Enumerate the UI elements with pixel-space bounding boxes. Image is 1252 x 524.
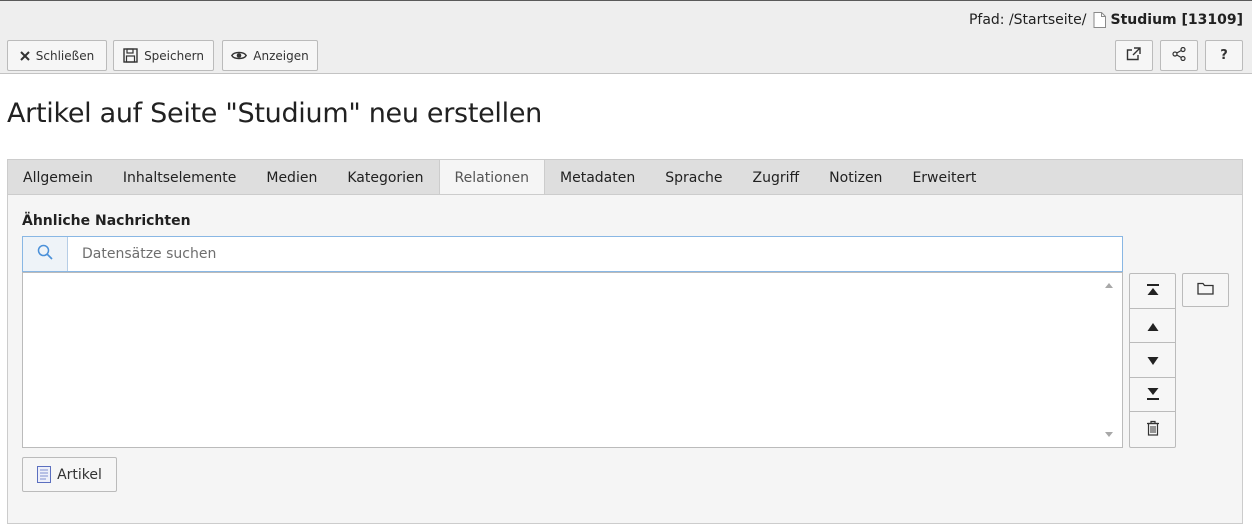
tab-metadaten[interactable]: Metadaten xyxy=(545,160,650,195)
record-search xyxy=(22,236,1123,272)
share-icon xyxy=(1172,46,1186,64)
move-bottom-icon xyxy=(1146,385,1160,404)
close-label: Schließen xyxy=(35,48,95,63)
close-button[interactable]: Schließen xyxy=(7,40,107,71)
external-link-icon xyxy=(1126,47,1142,64)
tab-relationen[interactable]: Relationen xyxy=(438,159,546,196)
tab-erweitert[interactable]: Erweitert xyxy=(897,160,991,195)
add-article-label: Artikel xyxy=(57,466,102,483)
breadcrumb-path: Pfad: /Startseite/ xyxy=(968,12,1087,28)
tab-inhaltselemente[interactable]: Inhaltselemente xyxy=(108,160,251,195)
save-button[interactable]: Speichern xyxy=(113,40,214,71)
search-addon xyxy=(23,237,68,271)
browse-records-button[interactable] xyxy=(1182,273,1229,307)
close-icon xyxy=(20,50,30,61)
breadcrumb: Pfad: /Startseite/ Studium [13109] xyxy=(969,12,1243,28)
folder-icon xyxy=(1197,282,1214,298)
sort-controls xyxy=(1129,273,1176,448)
tab-notizen[interactable]: Notizen xyxy=(814,160,897,195)
save-label: Speichern xyxy=(144,48,204,63)
save-icon xyxy=(123,48,138,63)
move-to-bottom-button[interactable] xyxy=(1130,378,1175,413)
page-title: Artikel auf Seite "Studium" neu erstelle… xyxy=(7,98,542,129)
page-icon xyxy=(1093,12,1106,28)
tab-kategorien[interactable]: Kategorien xyxy=(332,160,438,195)
search-icon xyxy=(37,244,53,264)
tab-sprache[interactable]: Sprache xyxy=(650,160,737,195)
move-down-button[interactable] xyxy=(1130,343,1175,378)
trash-icon xyxy=(1146,420,1160,440)
doc-header: Pfad: /Startseite/ Studium [13109] Schli… xyxy=(0,0,1252,74)
move-down-icon xyxy=(1147,350,1159,369)
move-top-icon xyxy=(1146,281,1160,300)
help-button[interactable]: ? xyxy=(1205,40,1243,71)
view-button[interactable]: Anzeigen xyxy=(222,40,318,71)
scroll-up-arrow[interactable] xyxy=(1105,283,1113,288)
tab-medien[interactable]: Medien xyxy=(251,160,332,195)
move-to-top-button[interactable] xyxy=(1130,274,1175,309)
delete-button[interactable] xyxy=(1130,412,1175,447)
field-label: Ähnliche Nachrichten xyxy=(22,213,191,229)
move-up-icon xyxy=(1147,316,1159,335)
eye-icon xyxy=(231,50,248,61)
add-article-button[interactable]: Artikel xyxy=(22,457,117,492)
breadcrumb-current-page[interactable]: Studium [13109] xyxy=(1111,12,1244,28)
search-input[interactable] xyxy=(68,237,1122,271)
tab-zugriff[interactable]: Zugriff xyxy=(738,160,815,195)
share-button[interactable] xyxy=(1160,40,1198,71)
selected-records-list[interactable] xyxy=(22,272,1123,448)
tab-bar: Allgemein Inhaltselemente Medien Kategor… xyxy=(7,159,1243,196)
view-label: Anzeigen xyxy=(253,48,309,63)
tab-allgemein[interactable]: Allgemein xyxy=(8,160,108,195)
move-up-button[interactable] xyxy=(1130,309,1175,344)
open-new-window-button[interactable] xyxy=(1115,40,1153,71)
document-icon xyxy=(37,466,52,483)
scroll-down-arrow[interactable] xyxy=(1105,432,1113,437)
